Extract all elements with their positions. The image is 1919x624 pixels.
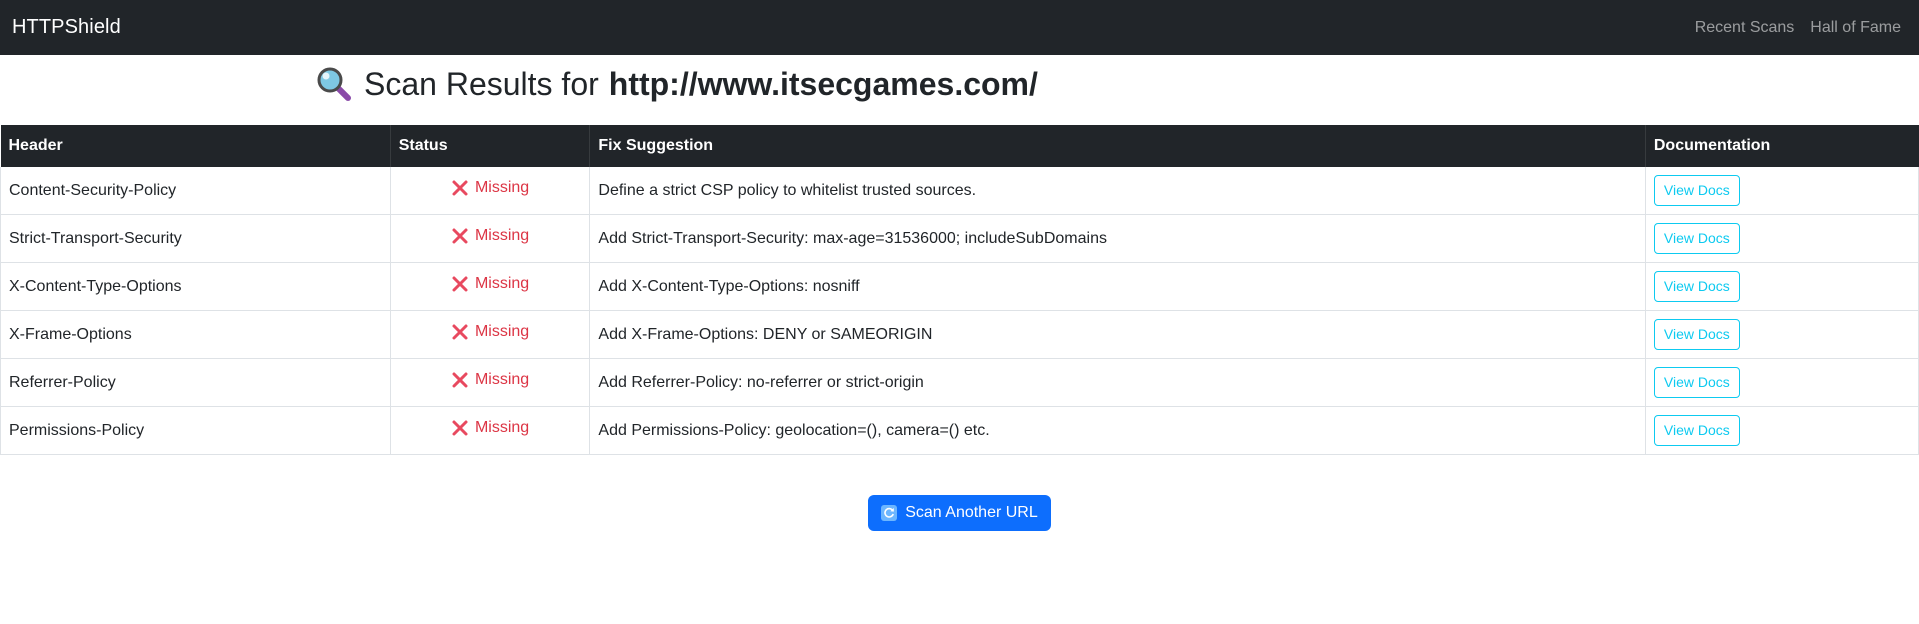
status-indicator: Missing (451, 179, 529, 197)
scan-another-url-button[interactable]: Scan Another URL (868, 495, 1051, 531)
status-cell: Missing (390, 406, 591, 455)
table-header-row: Header Status Fix Suggestion Documentati… (0, 125, 1919, 167)
cross-mark-icon (452, 420, 468, 436)
view-docs-button[interactable]: View Docs (1653, 223, 1740, 254)
nav-link-hall-of-fame[interactable]: Hall of Fame (1810, 19, 1901, 37)
status-indicator: Missing (451, 371, 529, 389)
fix-suggestion-cell: Add Strict-Transport-Security: max-age=3… (589, 214, 1646, 263)
fix-suggestion-cell: Add X-Content-Type-Options: nosniff (589, 262, 1646, 311)
cross-mark-icon (452, 276, 468, 292)
header-name-cell: Permissions-Policy (0, 406, 391, 455)
documentation-cell: View Docs (1645, 262, 1919, 311)
column-header-header: Header (0, 125, 391, 167)
fix-suggestion: Add X-Content-Type-Options: nosniff (598, 277, 860, 295)
status-text: Missing (474, 179, 530, 196)
cross-mark-icon (452, 180, 468, 196)
status-text: Missing (474, 227, 530, 244)
documentation-cell: View Docs (1645, 214, 1919, 263)
status-indicator: Missing (451, 323, 529, 341)
header-name-cell: Strict-Transport-Security (0, 214, 391, 263)
view-docs-button[interactable]: View Docs (1653, 367, 1740, 398)
header-name-cell: X-Content-Type-Options (0, 262, 391, 311)
page-title: Scan Results for http://www.itsecgames.c… (316, 65, 1038, 103)
fix-suggestion: Add Strict-Transport-Security: max-age=3… (598, 229, 1107, 247)
action-row: Scan Another URL (0, 495, 1919, 531)
status-cell: Missing (390, 310, 591, 359)
fix-suggestion-cell: Add X-Frame-Options: DENY or SAMEORIGIN (589, 310, 1646, 359)
table-row: X-Content-Type-Options Missing Add X-Con… (0, 262, 1919, 311)
status-text: Missing (474, 323, 530, 340)
header-name: X-Frame-Options (9, 325, 132, 343)
cross-mark-icon (452, 228, 468, 244)
status-text: Missing (474, 371, 530, 388)
view-docs-button[interactable]: View Docs (1653, 271, 1740, 302)
title-prefix: Scan Results for (364, 66, 599, 102)
table-row: Referrer-Policy Missing Add Referrer-Pol… (0, 358, 1919, 407)
title-row: Scan Results for http://www.itsecgames.c… (0, 55, 1919, 125)
header-name: Referrer-Policy (9, 373, 116, 391)
table-row: Permissions-Policy Missing Add Permissio… (0, 406, 1919, 455)
status-indicator: Missing (451, 419, 529, 437)
fix-suggestion-cell: Add Permissions-Policy: geolocation=(), … (589, 406, 1646, 455)
fix-suggestion: Add Referrer-Policy: no-referrer or stri… (598, 373, 924, 391)
fix-suggestion-cell: Define a strict CSP policy to whitelist … (589, 167, 1646, 215)
header-name: Strict-Transport-Security (9, 229, 182, 247)
documentation-cell: View Docs (1645, 358, 1919, 407)
cross-mark-icon (452, 372, 468, 388)
table-row: Strict-Transport-Security Missing Add St… (0, 214, 1919, 263)
column-header-documentation: Documentation (1653, 137, 1771, 154)
documentation-cell: View Docs (1645, 167, 1919, 215)
cross-mark-icon (452, 324, 468, 340)
header-name-cell: X-Frame-Options (0, 310, 391, 359)
header-name: Content-Security-Policy (9, 181, 177, 199)
status-text: Missing (474, 419, 530, 436)
table-row: Content-Security-Policy Missing Define a… (0, 167, 1919, 215)
header-name-cell: Content-Security-Policy (0, 167, 391, 215)
header-name: Permissions-Policy (9, 421, 145, 439)
column-header-status: Status (390, 125, 591, 167)
view-docs-button[interactable]: View Docs (1653, 319, 1740, 350)
status-indicator: Missing (451, 227, 529, 245)
magnifying-glass-icon (317, 67, 351, 102)
fix-suggestion: Define a strict CSP policy to whitelist … (598, 181, 977, 199)
status-cell: Missing (390, 214, 591, 263)
header-name: X-Content-Type-Options (9, 277, 182, 295)
table-row: X-Frame-Options Missing Add X-Frame-Opti… (0, 310, 1919, 359)
fix-suggestion: Add Permissions-Policy: geolocation=(), … (598, 421, 990, 439)
header-name-cell: Referrer-Policy (0, 358, 391, 407)
scan-another-url-label: Scan Another URL (905, 504, 1038, 521)
fix-suggestion: Add X-Frame-Options: DENY or SAMEORIGIN (598, 325, 933, 343)
column-header-fix-suggestion: Fix Suggestion (589, 125, 1646, 167)
status-indicator: Missing (451, 275, 529, 293)
nav-links: Recent Scans Hall of Fame (1695, 19, 1901, 37)
status-text: Missing (474, 275, 530, 292)
results-table: Header Status Fix Suggestion Documentati… (0, 125, 1919, 455)
nav-link-recent-scans[interactable]: Recent Scans (1695, 19, 1795, 37)
view-docs-button[interactable]: View Docs (1653, 175, 1740, 206)
top-navbar: HTTPShield Recent Scans Hall of Fame (0, 0, 1919, 55)
refresh-icon (881, 505, 898, 521)
documentation-cell: View Docs (1645, 310, 1919, 359)
status-cell: Missing (390, 167, 591, 215)
view-docs-button[interactable]: View Docs (1653, 415, 1740, 446)
brand-logo-text[interactable]: HTTPShield (12, 16, 121, 39)
fix-suggestion-cell: Add Referrer-Policy: no-referrer or stri… (589, 358, 1646, 407)
status-cell: Missing (390, 262, 591, 311)
status-cell: Missing (390, 358, 591, 407)
documentation-cell: View Docs (1645, 406, 1919, 455)
scanned-url: http://www.itsecgames.com/ (608, 66, 1038, 102)
